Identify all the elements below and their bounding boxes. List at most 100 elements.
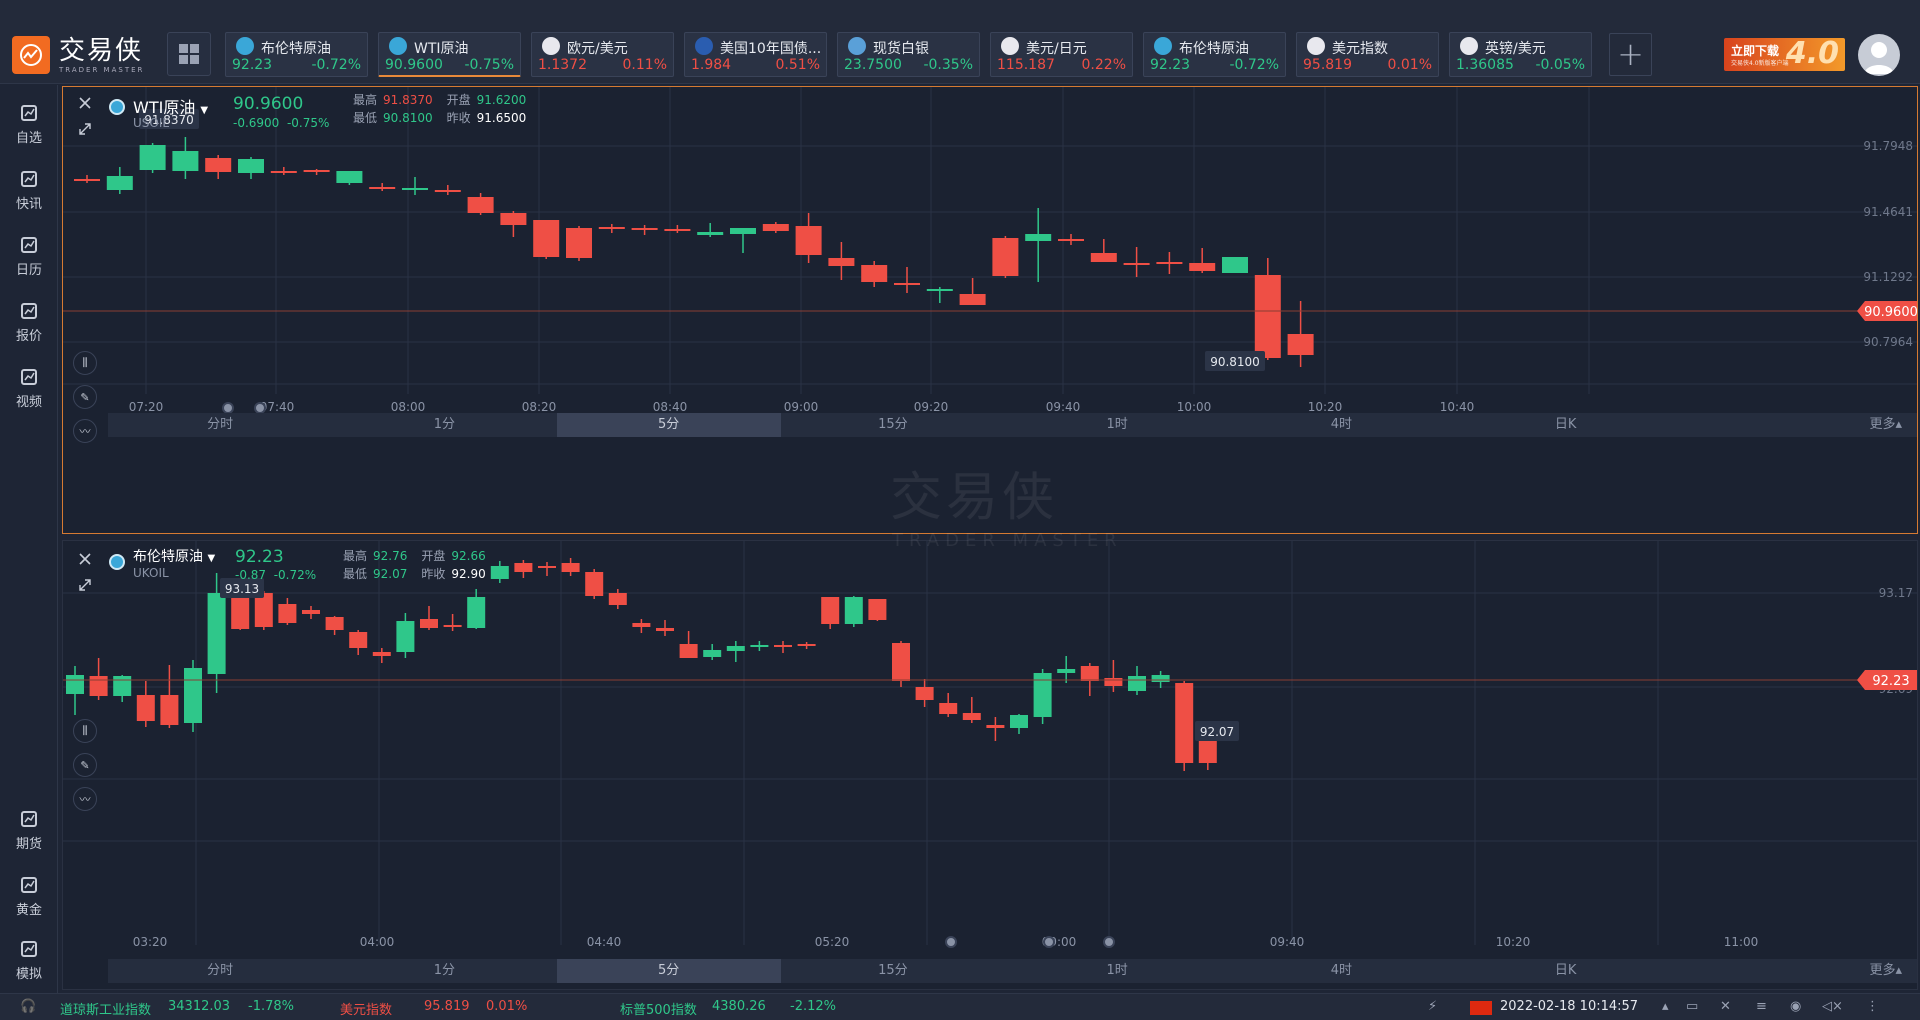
symbol-name[interactable]: 布伦特原油 ▼: [133, 546, 215, 566]
sidebar-item[interactable]: 自选: [0, 91, 58, 151]
chevron-up-icon[interactable]: ▴: [1662, 999, 1669, 1014]
price-change: -0.87 -0.72%: [235, 568, 317, 582]
ticker-card[interactable]: 布伦特原油 92.23 -0.72%: [1143, 32, 1286, 77]
tools-icon[interactable]: ✕: [1720, 999, 1731, 1014]
chart-type-button[interactable]: 〰: [73, 419, 97, 443]
mute-icon[interactable]: ◁×: [1822, 999, 1843, 1014]
promo-subtitle: 交易侠4.0新版客户端: [1731, 60, 1789, 67]
bottom-index-name[interactable]: 美元指数: [340, 999, 392, 1018]
time-marker-dot[interactable]: [1103, 936, 1115, 948]
timeframe-tab[interactable]: 分时: [108, 413, 332, 437]
draw-tool-button[interactable]: ✎: [73, 385, 97, 409]
timeframe-bar: 分时 1分 5分 15分 1时 4时 日K 更多▴: [108, 413, 1917, 437]
candle: [762, 222, 789, 233]
logo-title: 交易侠: [59, 35, 144, 66]
ticker-card[interactable]: 美元/日元 115.187 0.22%: [990, 32, 1133, 77]
timeframe-tab[interactable]: 1时: [1005, 413, 1229, 437]
candle: [894, 267, 920, 293]
ticker-card[interactable]: 布伦特原油 92.23 -0.72%: [225, 32, 368, 77]
ticker-card[interactable]: 美国10年国债... 1.984 0.51%: [684, 32, 827, 77]
timeframe-tab[interactable]: 日K: [1454, 413, 1678, 437]
time-marker-dot[interactable]: [945, 936, 957, 948]
chart-panel-brent[interactable]: 93.1792.6992.2393.1392.0703:2004:0004:40…: [62, 540, 1918, 990]
chart-panel-wti[interactable]: 92.1256 91.7948 91.4641 91.1292 90.7964 90.96…: [62, 86, 1918, 534]
bottom-index-value: 95.819: [424, 999, 470, 1014]
add-ticker-button[interactable]: +: [1609, 33, 1652, 76]
sidebar-item-label: 报价: [15, 329, 42, 344]
menu-icon[interactable]: ≡: [1756, 999, 1767, 1014]
candle: [467, 589, 486, 629]
headset-icon[interactable]: 🎧: [20, 999, 36, 1014]
sidebar-item[interactable]: 期货: [0, 797, 58, 857]
candle: [238, 157, 264, 179]
ticker-card[interactable]: 英镑/美元 1.36085 -0.05%: [1449, 32, 1592, 77]
timeframe-tab[interactable]: 1分: [332, 959, 556, 983]
candle: [828, 242, 855, 280]
ticker-card[interactable]: 现货白银 23.7500 -0.35%: [837, 32, 980, 77]
timeframe-tab[interactable]: 更多▴: [1678, 413, 1917, 437]
more-dots-icon[interactable]: ⋮: [1866, 999, 1879, 1014]
candle: [1057, 656, 1076, 683]
candle: [1090, 239, 1117, 262]
network-icon[interactable]: ⚡: [1428, 999, 1437, 1014]
oil-icon: [109, 554, 125, 570]
sidebar-item[interactable]: 黄金: [0, 863, 58, 923]
indicator-tool-button[interactable]: ⫼: [73, 351, 97, 375]
candle: [443, 614, 462, 631]
time-marker-dot[interactable]: [222, 402, 234, 414]
sidebar-item-label: 视频: [15, 395, 42, 410]
timeframe-tab[interactable]: 日K: [1454, 959, 1678, 983]
sidebar-item[interactable]: 模拟: [0, 927, 58, 987]
time-marker-dot[interactable]: [254, 402, 266, 414]
draw-tool-button[interactable]: ✎: [73, 753, 97, 777]
quote-chart-icon: [21, 303, 37, 319]
y-axis-tick: 93.17: [1879, 586, 1913, 600]
close-icon: [79, 553, 91, 565]
time-marker-dot[interactable]: [1043, 936, 1055, 948]
sidebar-item[interactable]: 报价: [0, 289, 58, 349]
bottom-index-name[interactable]: 道琼斯工业指数: [60, 999, 151, 1018]
sidebar-item[interactable]: 快讯: [0, 157, 58, 217]
timeframe-tab[interactable]: 4时: [1229, 413, 1453, 437]
x-axis-tick: 10:20: [1308, 400, 1343, 414]
close-panel-button[interactable]: [73, 547, 97, 571]
timeframe-tab[interactable]: 15分: [781, 959, 1005, 983]
screenshot-icon[interactable]: ◉: [1790, 999, 1801, 1014]
timeframe-tab[interactable]: 分时: [108, 959, 332, 983]
timeframe-tab[interactable]: 4时: [1229, 959, 1453, 983]
chart-type-button[interactable]: 〰: [73, 787, 97, 811]
sidebar-item[interactable]: 日历: [0, 223, 58, 283]
candle: [139, 143, 166, 173]
ticker-name: 欧元/美元: [567, 41, 628, 57]
layout-grid-button[interactable]: [167, 32, 211, 76]
ticker-card[interactable]: 美元指数 95.819 0.01%: [1296, 32, 1439, 77]
ticker-card[interactable]: WTI原油 90.9600 -0.75%: [378, 32, 521, 77]
symbol-name[interactable]: WTI原油 ▼: [133, 94, 208, 118]
bottom-index-name[interactable]: 标普500指数: [620, 999, 697, 1018]
ticker-name: 美元/日元: [1026, 41, 1087, 57]
candlestick-chart-wti[interactable]: 92.1256 91.7948 91.4641 91.1292 90.7964 90.96…: [63, 87, 1918, 534]
promo-title: 立即下载: [1731, 44, 1780, 58]
candle: [302, 606, 320, 619]
download-promo-banner[interactable]: 立即下载 交易侠4.0新版客户端 4.0: [1724, 36, 1845, 71]
close-panel-button[interactable]: [73, 91, 97, 115]
timeframe-tab[interactable]: 更多▴: [1678, 959, 1917, 983]
avatar[interactable]: [1858, 34, 1900, 76]
candle: [66, 666, 84, 715]
timeframe-tab[interactable]: 5分: [556, 413, 781, 437]
expand-panel-button[interactable]: [73, 573, 97, 597]
ticker-card[interactable]: 欧元/美元 1.1372 0.11%: [531, 32, 674, 77]
indicator-tool-button[interactable]: ⫼: [73, 719, 97, 743]
candle: [1254, 258, 1281, 360]
window-icon[interactable]: ▭: [1686, 999, 1698, 1014]
timeframe-tab[interactable]: 1分: [332, 413, 556, 437]
timeframe-tab[interactable]: 15分: [781, 413, 1005, 437]
candlestick-chart-brent[interactable]: 93.1792.6992.2393.1392.0703:2004:0004:40…: [63, 541, 1918, 990]
candle: [679, 631, 698, 658]
sidebar-item[interactable]: 视频: [0, 355, 58, 415]
timeframe-tab[interactable]: 1时: [1005, 959, 1229, 983]
timeframe-tab[interactable]: 5分: [556, 959, 781, 983]
candle: [1058, 234, 1084, 245]
expand-panel-button[interactable]: [73, 117, 97, 141]
ticker-name: 美元指数: [1332, 41, 1388, 57]
